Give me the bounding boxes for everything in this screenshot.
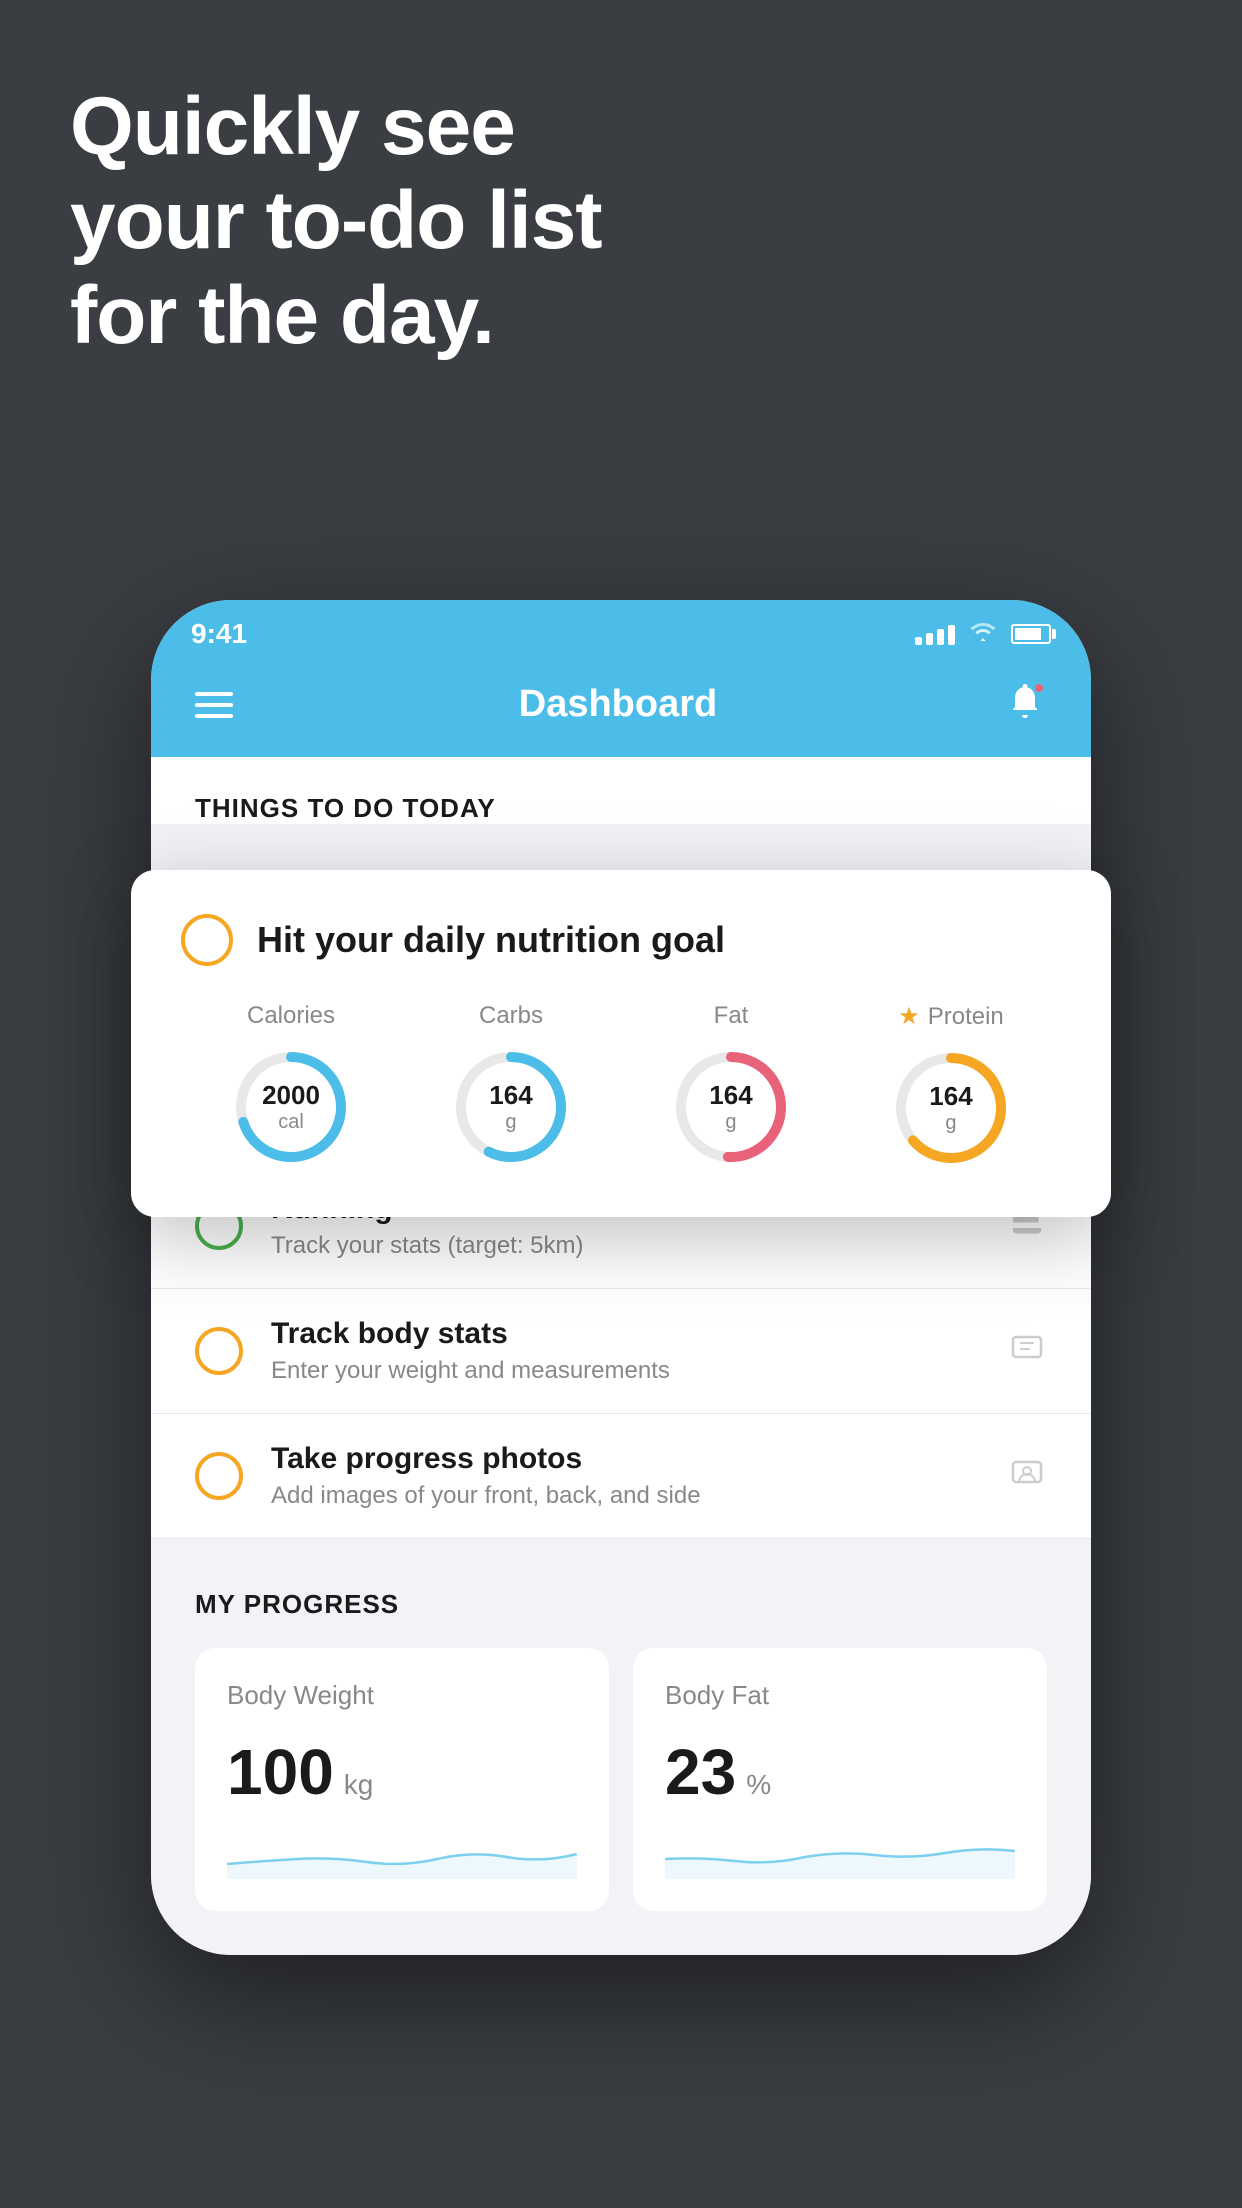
todo-item-body-stats[interactable]: Track body stats Enter your weight and m… <box>151 1289 1091 1414</box>
fat-item: Fat 164 g <box>666 1002 796 1172</box>
todo-list: Running Track your stats (target: 5km) T… <box>151 1164 1091 1539</box>
progress-photos-title: Take progress photos <box>271 1442 979 1476</box>
signal-icon <box>915 623 955 645</box>
nutrition-goal-checkbox[interactable] <box>181 914 233 966</box>
status-icons <box>915 620 1051 649</box>
carbs-unit: g <box>489 1111 532 1134</box>
protein-label: Protein <box>928 1003 1004 1031</box>
progress-photos-checkbox[interactable] <box>195 1452 243 1500</box>
status-bar: 9:41 <box>151 600 1091 660</box>
nutrition-card-title: Hit your daily nutrition goal <box>257 919 725 961</box>
hero-headline: Quickly see your to-do list for the day. <box>70 80 602 363</box>
body-stats-subtitle: Enter your weight and measurements <box>271 1357 979 1385</box>
things-to-do-section: THINGS TO DO TODAY <box>151 757 1091 824</box>
body-weight-label: Body Weight <box>227 1680 577 1711</box>
wifi-icon <box>969 620 997 649</box>
protein-item: ★ Protein 164 g <box>886 1002 1016 1173</box>
protein-value: 164 <box>929 1081 972 1112</box>
progress-cards: Body Weight 100 kg Body Fat 23 % <box>195 1648 1047 1911</box>
body-stats-checkbox[interactable] <box>195 1327 243 1375</box>
fat-unit: g <box>709 1111 752 1134</box>
calories-value: 2000 <box>262 1080 320 1111</box>
person-icon <box>1007 1454 1047 1499</box>
progress-section: MY PROGRESS Body Weight 100 kg Body Fat <box>151 1539 1091 1955</box>
carbs-label: Carbs <box>479 1002 543 1030</box>
hero-line2: your to-do list <box>70 175 602 266</box>
star-icon: ★ <box>898 1002 920 1031</box>
carbs-donut: 164 g <box>446 1042 576 1172</box>
nav-title: Dashboard <box>519 683 717 726</box>
body-fat-chart <box>665 1829 1015 1879</box>
body-stats-title: Track body stats <box>271 1317 979 1351</box>
fat-label: Fat <box>714 1002 749 1030</box>
phone-mockup: 9:41 Dashboard <box>151 600 1091 1955</box>
body-weight-value: 100 <box>227 1735 334 1809</box>
nav-bar: Dashboard <box>151 660 1091 757</box>
todo-item-progress-photos[interactable]: Take progress photos Add images of your … <box>151 1414 1091 1539</box>
running-subtitle: Track your stats (target: 5km) <box>271 1232 979 1260</box>
progress-photos-subtitle: Add images of your front, back, and side <box>271 1482 979 1510</box>
things-section-title: THINGS TO DO TODAY <box>195 793 1047 824</box>
body-weight-unit: kg <box>344 1769 374 1801</box>
battery-icon <box>1011 624 1051 644</box>
calories-item: Calories 2000 cal <box>226 1002 356 1172</box>
nutrition-card: Hit your daily nutrition goal Calories 2… <box>131 870 1111 1217</box>
body-weight-chart <box>227 1829 577 1879</box>
hero-line3: for the day. <box>70 270 494 361</box>
notification-bell-button[interactable] <box>1003 680 1047 729</box>
menu-button[interactable] <box>195 692 233 718</box>
protein-donut: 164 g <box>886 1043 1016 1173</box>
body-fat-unit: % <box>746 1769 771 1801</box>
calories-donut: 2000 cal <box>226 1042 356 1172</box>
nutrition-grid: Calories 2000 cal Carbs <box>181 1002 1061 1173</box>
progress-title: MY PROGRESS <box>195 1589 1047 1620</box>
body-weight-card: Body Weight 100 kg <box>195 1648 609 1911</box>
fat-value: 164 <box>709 1080 752 1111</box>
body-fat-label: Body Fat <box>665 1680 1015 1711</box>
calories-label: Calories <box>247 1002 335 1030</box>
fat-donut: 164 g <box>666 1042 796 1172</box>
body-fat-card: Body Fat 23 % <box>633 1648 1047 1911</box>
body-fat-value: 23 <box>665 1735 736 1809</box>
carbs-value: 164 <box>489 1080 532 1111</box>
carbs-item: Carbs 164 g <box>446 1002 576 1172</box>
protein-unit: g <box>929 1112 972 1135</box>
scale-icon <box>1007 1329 1047 1374</box>
hero-line1: Quickly see <box>70 81 515 172</box>
calories-unit: cal <box>262 1111 320 1134</box>
time-display: 9:41 <box>191 618 247 650</box>
